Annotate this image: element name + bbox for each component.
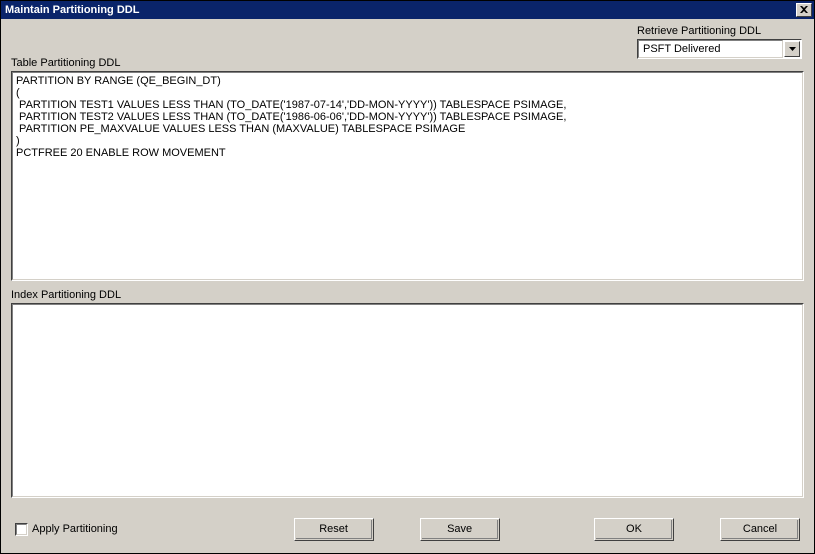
index-ddl-label: Index Partitioning DDL	[11, 289, 804, 301]
ok-button[interactable]: OK	[594, 518, 674, 541]
cancel-button-label: Cancel	[743, 523, 777, 535]
retrieve-dropdown-value: PSFT Delivered	[638, 40, 783, 58]
index-ddl-field-wrap	[11, 303, 804, 498]
table-ddl-field-wrap: PARTITION BY RANGE (QE_BEGIN_DT) ( PARTI…	[11, 71, 804, 281]
reset-button[interactable]: Reset	[294, 518, 374, 541]
titlebar: Maintain Partitioning DDL	[1, 1, 814, 19]
save-button-label: Save	[447, 523, 472, 535]
checkbox-box	[15, 523, 28, 536]
footer-bar: Apply Partitioning Reset Save OK Cancel	[11, 509, 804, 553]
retrieve-label: Retrieve Partitioning DDL	[637, 25, 761, 37]
left-button-group: Reset Save	[288, 518, 500, 541]
close-icon	[800, 6, 808, 14]
retrieve-dropdown[interactable]: PSFT Delivered	[637, 39, 802, 59]
cancel-button[interactable]: Cancel	[720, 518, 800, 541]
table-ddl-textarea[interactable]: PARTITION BY RANGE (QE_BEGIN_DT) ( PARTI…	[12, 72, 803, 280]
index-ddl-textarea[interactable]	[12, 304, 803, 497]
apply-partitioning-checkbox[interactable]: Apply Partitioning	[15, 523, 118, 536]
window-title: Maintain Partitioning DDL	[5, 4, 796, 16]
ok-button-label: OK	[626, 523, 642, 535]
retrieve-group: Retrieve Partitioning DDL PSFT Delivered	[637, 25, 802, 59]
dropdown-button[interactable]	[784, 41, 800, 57]
dialog-window: Maintain Partitioning DDL Retrieve Parti…	[0, 0, 815, 554]
reset-button-label: Reset	[319, 523, 348, 535]
dialog-body: Retrieve Partitioning DDL PSFT Delivered…	[1, 19, 814, 553]
close-button[interactable]	[796, 3, 812, 17]
save-button[interactable]: Save	[420, 518, 500, 541]
apply-partitioning-label: Apply Partitioning	[32, 523, 118, 535]
right-button-group: OK Cancel	[588, 518, 800, 541]
chevron-down-icon	[789, 47, 796, 51]
